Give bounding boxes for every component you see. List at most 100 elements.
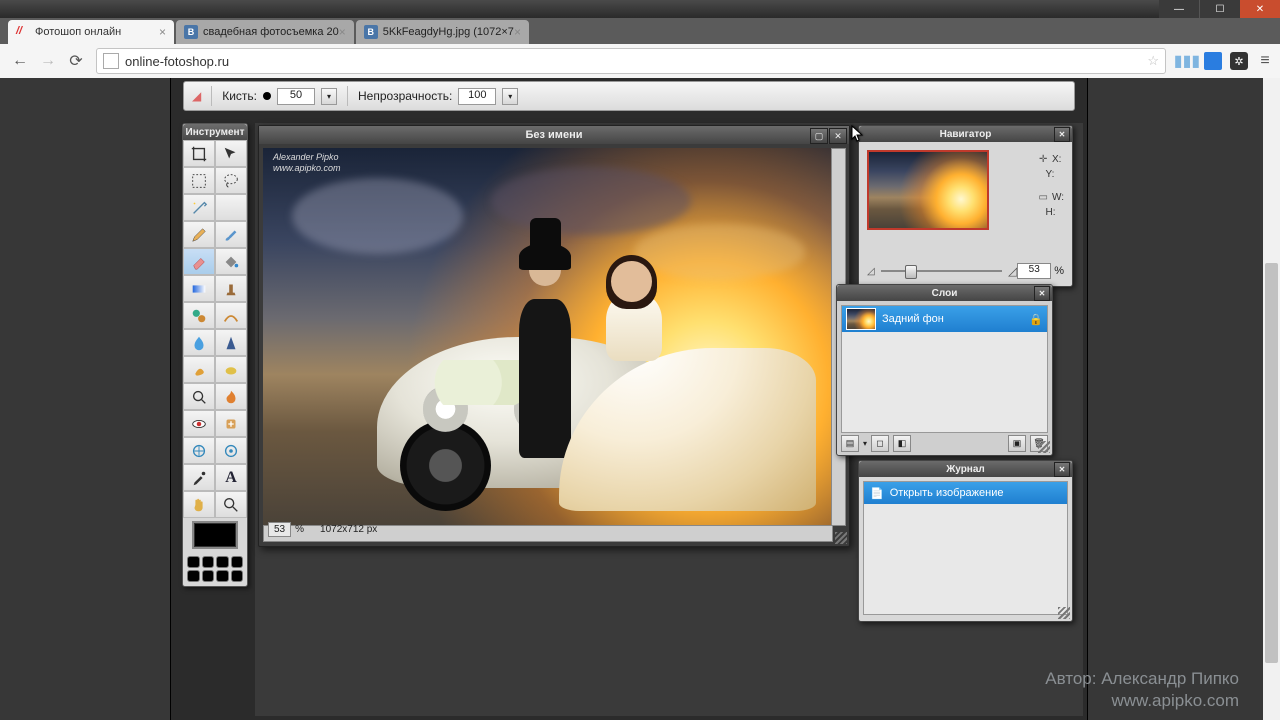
resize-grip-icon[interactable] <box>1058 607 1070 619</box>
browser-tab-active[interactable]: // Фотошоп онлайн × <box>8 20 174 44</box>
tab-title: Фотошоп онлайн <box>35 26 121 38</box>
sponge-tool[interactable] <box>215 356 247 383</box>
zoom-slider[interactable] <box>881 270 1002 272</box>
dodge-tool[interactable] <box>183 383 215 410</box>
paint-bucket-tool[interactable] <box>215 248 247 275</box>
crosshair-icon: ✛ <box>1037 152 1049 167</box>
marquee-tool[interactable] <box>183 167 215 194</box>
hand-tool[interactable] <box>183 491 215 518</box>
brush-dropdown[interactable]: ▾ <box>321 88 337 105</box>
zoom-value-field[interactable]: 53 <box>1017 263 1051 279</box>
layer-name: Задний фон <box>882 313 944 325</box>
history-list: 📄 Открыть изображение <box>863 481 1068 615</box>
color-swatch[interactable] <box>183 518 247 552</box>
document-canvas[interactable]: Alexander Pipko www.apipko.com <box>263 148 833 526</box>
brush-tool[interactable] <box>215 221 247 248</box>
drawing-tool[interactable] <box>215 302 247 329</box>
history-item-name: Открыть изображение <box>890 487 1004 499</box>
clone-stamp-tool[interactable] <box>215 275 247 302</box>
chrome-menu-button[interactable]: ≡ <box>1256 52 1274 70</box>
document-title: Без имени <box>259 129 849 141</box>
navigator-thumbnail[interactable] <box>867 150 989 230</box>
address-bar[interactable]: online-fotoshop.ru ☆ <box>96 48 1166 74</box>
reload-button[interactable]: ⟳ <box>62 47 90 75</box>
page-icon <box>103 53 119 69</box>
red-eye-tool[interactable] <box>183 410 215 437</box>
wand-tool[interactable] <box>183 194 215 221</box>
eraser-tool-icon: ◢ <box>192 89 201 103</box>
extension-bars-icon[interactable]: ▮▮▮ <box>1178 52 1196 70</box>
eraser-tool[interactable] <box>183 248 215 275</box>
navigator-panel: Навигатор ✕ ✛ X: Y: ▭ W: H: ◿ ◿ 53 % <box>858 125 1073 287</box>
doc-close-button[interactable]: ✕ <box>829 128 847 144</box>
browser-window: — ☐ ✕ // Фотошоп онлайн × B свадебная фо… <box>0 0 1280 720</box>
spot-heal-tool[interactable] <box>215 410 247 437</box>
resize-grip-icon[interactable] <box>835 532 847 544</box>
gradient-tool[interactable] <box>183 275 215 302</box>
sharpen-tool[interactable] <box>215 329 247 356</box>
brush-size-field[interactable]: 50 <box>277 88 315 105</box>
layer-mask-button[interactable]: ◻ <box>871 435 889 452</box>
layers-panel: Слои ✕ Задний фон 🔒 ▤ ▾ ◻ ◧ ▣ <box>836 284 1053 456</box>
browser-toolbar: ← → ⟳ online-fotoshop.ru ☆ ▮▮▮ ✲ ≡ <box>0 44 1280 79</box>
forward-button[interactable]: → <box>34 47 62 75</box>
tab-close-icon[interactable]: × <box>339 25 346 39</box>
move-tool[interactable] <box>215 140 247 167</box>
lock-icon[interactable]: 🔒 <box>1029 313 1043 326</box>
empty-tool-slot <box>215 194 247 221</box>
type-tool[interactable]: A <box>215 464 247 491</box>
color-palette[interactable] <box>184 553 246 585</box>
color-replace-tool[interactable] <box>183 302 215 329</box>
os-maximize-button[interactable]: ☐ <box>1199 0 1240 18</box>
panel-close-button[interactable]: ✕ <box>1054 127 1070 142</box>
document-title-bar[interactable]: Без имени ▢ ✕ <box>259 126 849 144</box>
opacity-field[interactable]: 100 <box>458 88 496 105</box>
panel-close-button[interactable]: ✕ <box>1034 286 1050 301</box>
eyedropper-tool[interactable] <box>183 464 215 491</box>
back-button[interactable]: ← <box>6 47 34 75</box>
layers-list: Задний фон 🔒 <box>841 305 1048 433</box>
extension-monitor-icon[interactable] <box>1204 52 1222 70</box>
burn-tool[interactable] <box>215 383 247 410</box>
favicon-vk-icon: B <box>184 25 198 39</box>
panel-close-button[interactable]: ✕ <box>1054 462 1070 477</box>
history-row[interactable]: 📄 Открыть изображение <box>864 482 1067 504</box>
browser-tab[interactable]: B свадебная фотосъемка 20 × <box>176 20 354 44</box>
zoom-out-icon[interactable]: ◿ <box>867 266 875 277</box>
layer-settings-button[interactable]: ▤ <box>841 435 859 452</box>
lasso-tool[interactable] <box>215 167 247 194</box>
brush-preview-icon <box>263 92 271 100</box>
doc-maximize-button[interactable]: ▢ <box>810 128 828 144</box>
favicon-vk-icon: B <box>364 25 378 39</box>
os-close-button[interactable]: ✕ <box>1240 0 1280 18</box>
zoom-in-icon[interactable]: ◿ <box>1008 264 1017 278</box>
browser-tab-strip: // Фотошоп онлайн × B свадебная фотосъем… <box>0 18 1280 44</box>
tab-close-icon[interactable]: × <box>159 25 166 39</box>
navigator-title: Навигатор <box>940 129 992 140</box>
layers-footer: ▤ ▾ ◻ ◧ ▣ 🗑 <box>841 435 1048 452</box>
image-credit: Alexander Pipko www.apipko.com <box>273 152 341 174</box>
pinch-tool[interactable] <box>215 437 247 464</box>
layer-styles-button[interactable]: ◧ <box>893 435 911 452</box>
zoom-unit: % <box>295 524 304 535</box>
os-minimize-button[interactable]: — <box>1159 0 1199 18</box>
document-hscrollbar[interactable]: 53 % 1072x712 px <box>263 525 833 542</box>
smudge-tool[interactable] <box>183 356 215 383</box>
image-content: Alexander Pipko www.apipko.com <box>263 148 833 526</box>
layers-title: Слои <box>932 288 958 299</box>
pencil-tool[interactable] <box>183 221 215 248</box>
resize-grip-icon[interactable] <box>1038 441 1050 453</box>
browser-tab[interactable]: B 5KkFeagdyHg.jpg (1072×7 × <box>356 20 529 44</box>
opacity-dropdown[interactable]: ▾ <box>502 88 518 105</box>
editor-app: ◢ Кисть: 50 ▾ Непрозрачность: 100 ▾ Инст… <box>170 78 1088 720</box>
crop-tool[interactable] <box>183 140 215 167</box>
page-scrollbar[interactable] <box>1263 78 1280 720</box>
new-layer-button[interactable]: ▣ <box>1008 435 1026 452</box>
zoom-tool[interactable] <box>215 491 247 518</box>
tab-close-icon[interactable]: × <box>514 25 521 39</box>
bookmark-star-icon[interactable]: ☆ <box>1147 53 1159 69</box>
blur-tool[interactable] <box>183 329 215 356</box>
bloat-tool[interactable] <box>183 437 215 464</box>
layer-row[interactable]: Задний фон 🔒 <box>842 306 1047 332</box>
extension-square-icon[interactable]: ✲ <box>1230 52 1248 70</box>
